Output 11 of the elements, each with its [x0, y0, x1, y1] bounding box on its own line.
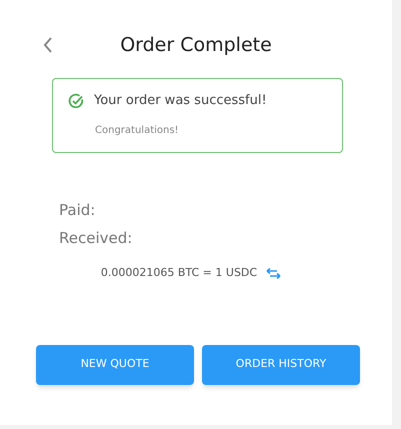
alert-detail: Congratulations! [95, 124, 180, 138]
back-chevron-icon [43, 36, 53, 54]
exchange-rate: 0.000021065 BTC = 1 USDC [100, 265, 258, 281]
new-quote-button[interactable]: NEW QUOTE [36, 344, 194, 384]
alert-message: Your order was successful! [94, 92, 267, 110]
summary-label: Received: [59, 228, 134, 248]
swap-arrows-icon[interactable] [266, 268, 282, 279]
order-history-button[interactable]: ORDER HISTORY [202, 344, 360, 384]
summary-label: Paid: [59, 200, 96, 220]
check-circle-icon [68, 92, 84, 109]
page-title: Order Complete [120, 33, 272, 58]
